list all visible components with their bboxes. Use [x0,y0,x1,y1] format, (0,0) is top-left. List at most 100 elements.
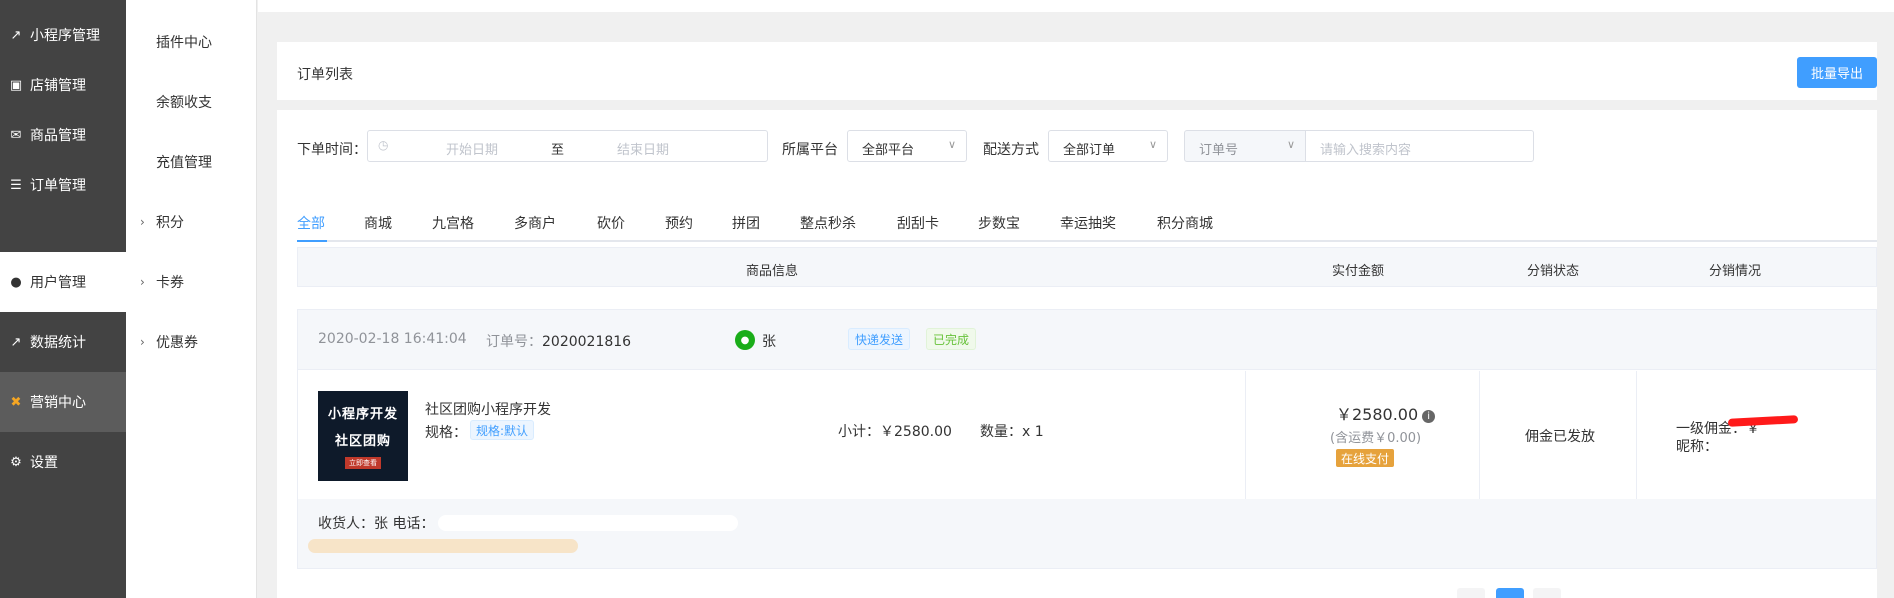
start-date-input[interactable]: 开始日期 [446,139,498,158]
top-strip [258,0,1894,12]
redaction-mark [1727,415,1799,427]
thumb-line2: 社区团购 [334,434,391,449]
th-dist-info: 分销情况 [1709,264,1762,279]
tab-group-buy[interactable]: 拼团 [732,213,760,233]
subnav-recharge[interactable]: 充值管理 [126,142,257,182]
distribution-status: 佣金已发放 [1525,429,1595,445]
panel-header: 订单列表 批量导出 [277,42,1877,100]
payment-method-tag: 在线支付 [1336,449,1395,467]
tab-scratch-card[interactable]: 刮刮卡 [897,213,939,233]
settings-icon: ⚙ [10,454,22,470]
redaction-mask [674,334,732,348]
nav-item-settings[interactable]: ⚙ 设置 [0,432,126,492]
store-icon: ▣ [9,77,23,93]
nav-label: 商品管理 [30,128,86,144]
col-divider [1479,371,1480,499]
chart-icon: ↗ [10,334,22,350]
order-card: 2020-02-18 16:41:04 订单号：2020021816 ● 张 快… [297,309,1877,569]
primary-sidebar: ↗ 小程序管理 ▣ 店铺管理 ✉ 商品管理 ☰ 订单管理 ● 用户管理 ↗ 数据… [0,0,126,598]
subnav-points[interactable]: › 积分 [126,202,257,242]
goods-name[interactable]: 社区团购小程序开发 [425,399,551,419]
delivery-select-value: 全部订单 [1063,143,1116,158]
page-title: 订单列表 [297,67,353,83]
order-number-value: 2020021816 [542,334,632,350]
tab-multi-merchant[interactable]: 多商户 [514,213,556,233]
subnav-label: 余额收支 [156,95,212,111]
status-badge: 已完成 [926,328,977,350]
chevron-right-icon: › [140,215,145,229]
pager-page-current[interactable] [1496,588,1524,598]
freight-note: (含运费￥0.00) [1330,431,1422,446]
subnav-coupons[interactable]: › 优惠券 [126,322,257,362]
spec-label: 规格： [425,425,467,441]
quantity: 数量：x 1 [980,424,1044,440]
delivery-select[interactable]: 全部订单 ∨ [1048,130,1168,162]
tab-reservation[interactable]: 预约 [665,213,693,233]
range-separator: 至 [551,143,565,158]
nav-label: 营销中心 [30,395,86,411]
link-icon: ↗ [10,27,22,43]
date-range-picker[interactable]: ◷ 开始日期 至 结束日期 [367,130,768,162]
paid-amount: ￥2580.00 i [1336,401,1436,425]
redaction-mask [438,515,738,531]
nav-label: 用户管理 [30,275,86,291]
order-type-tabs: 全部 商城 九宫格 多商户 砍价 预约 拼团 整点秒杀 刮刮卡 步数宝 幸运抽奖… [297,200,1877,242]
tab-step-counter[interactable]: 步数宝 [978,213,1020,233]
search-placeholder: 请输入搜索内容 [1320,143,1412,158]
tab-all[interactable]: 全部 [297,213,325,233]
chevron-right-icon: › [140,335,145,349]
order-header: 2020-02-18 16:41:04 订单号：2020021816 ● 张 快… [298,310,1876,370]
order-panel: 下单时间： ◷ 开始日期 至 结束日期 所属平台 全部平台 ∨ 配送方式 全部订… [277,110,1877,598]
subnav-label: 充值管理 [156,155,212,171]
paid-amount-value: ￥2580.00 [1336,405,1419,424]
pager-next[interactable] [1533,588,1561,598]
spec-tag: 规格:默认 [470,420,535,440]
tab-nine-grid[interactable]: 九宫格 [432,213,474,233]
search-type-select[interactable]: 订单号 ∨ [1184,130,1306,162]
subnav-label: 优惠券 [156,335,198,351]
platform-select-value: 全部平台 [862,143,915,158]
subnav-cards[interactable]: › 卡券 [126,262,257,302]
order-time: 2020-02-18 16:41:04 [318,331,467,347]
receiver-name: 收货人：张 [318,516,388,532]
th-dist-status: 分销状态 [1527,264,1580,279]
nav-label: 设置 [30,455,58,471]
chevron-down-icon: ∨ [1286,138,1295,151]
buyer-nickname: 张 [762,334,776,350]
tab-points-mall[interactable]: 积分商城 [1157,213,1213,233]
nav-item-user[interactable]: ● 用户管理 [0,252,126,312]
delivery-tag: 快递发送 [848,328,911,350]
subnav-label: 积分 [156,215,184,231]
thumb-line3: 立即查看 [345,457,381,469]
subnav-balance[interactable]: 余额收支 [126,82,257,122]
nav-item-marketing[interactable]: ✖ 营销中心 [0,372,126,432]
info-icon[interactable]: i [1422,410,1436,423]
tab-bargain[interactable]: 砍价 [597,213,625,233]
col-divider [1636,371,1637,499]
tab-flash-sale[interactable]: 整点秒杀 [800,213,856,233]
user-icon: ● [10,274,22,290]
platform-select[interactable]: 全部平台 ∨ [847,130,967,162]
batch-export-button[interactable]: 批量导出 [1797,57,1877,88]
nav-item-order[interactable]: ☰ 订单管理 [0,155,126,215]
search-input[interactable]: 请输入搜索内容 [1305,130,1534,162]
end-date-input[interactable]: 结束日期 [617,139,669,158]
subnav-plugin-center[interactable]: 插件中心 [126,22,257,62]
tab-lucky-draw[interactable]: 幸运抽奖 [1060,213,1116,233]
subnav-label: 卡券 [156,275,184,291]
nav-item-stats[interactable]: ↗ 数据统计 [0,312,126,372]
chevron-right-icon: › [140,275,145,289]
chevron-down-icon: ∨ [947,138,956,151]
platform-label: 所属平台 [782,142,838,158]
redacted-address [308,539,578,553]
order-goods-row: 小程序开发 社区团购 立即查看 社区团购小程序开发 规格： 规格:默认 小计：￥… [298,371,1876,499]
pager-prev[interactable] [1457,588,1485,598]
nav-label: 订单管理 [30,178,86,194]
subtotal: 小计：￥2580.00 [838,424,952,440]
subnav-label: 插件中心 [156,35,212,51]
order-number: 订单号：2020021816 [486,331,631,351]
col-divider [1245,371,1246,499]
calendar-icon: ◷ [378,138,389,152]
table-header: 商品信息 实付金额 分销状态 分销情况 [297,247,1877,287]
tab-mall[interactable]: 商城 [364,213,392,233]
